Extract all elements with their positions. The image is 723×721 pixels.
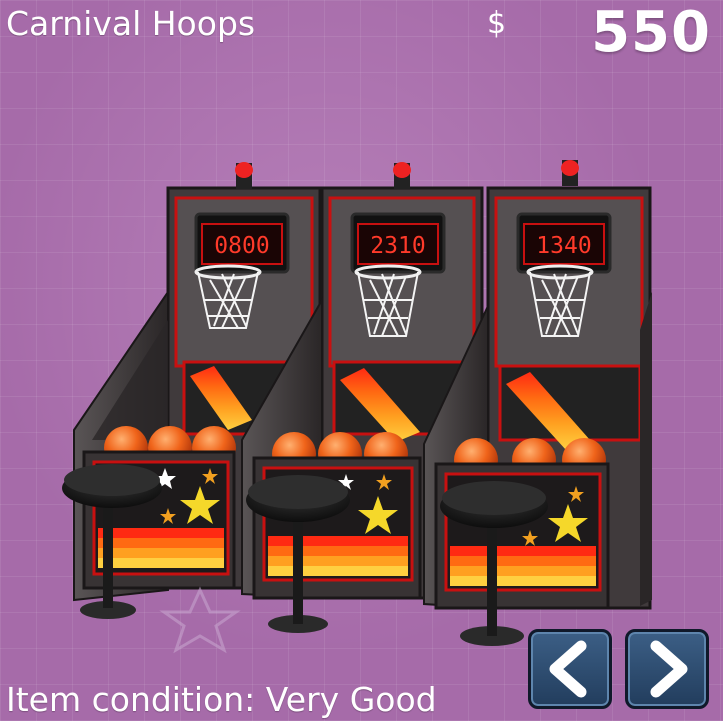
red-beacon-icon [561,160,579,176]
red-beacon-icon [235,162,253,178]
chevron-left-icon [549,640,587,698]
red-beacon-icon [393,162,411,178]
floor-star-icon [159,586,241,654]
machine-1-score: 0800 [214,233,269,259]
next-item-button[interactable] [625,629,709,709]
chevron-right-icon [650,640,688,698]
previous-item-button[interactable] [528,629,612,709]
machine-2-score: 2310 [370,233,425,259]
arcade-machines-scene: 0800 2310 1340 [62,160,652,654]
item-condition: Item condition: Very Good [6,680,437,719]
machine-3-score: 1340 [536,233,591,259]
